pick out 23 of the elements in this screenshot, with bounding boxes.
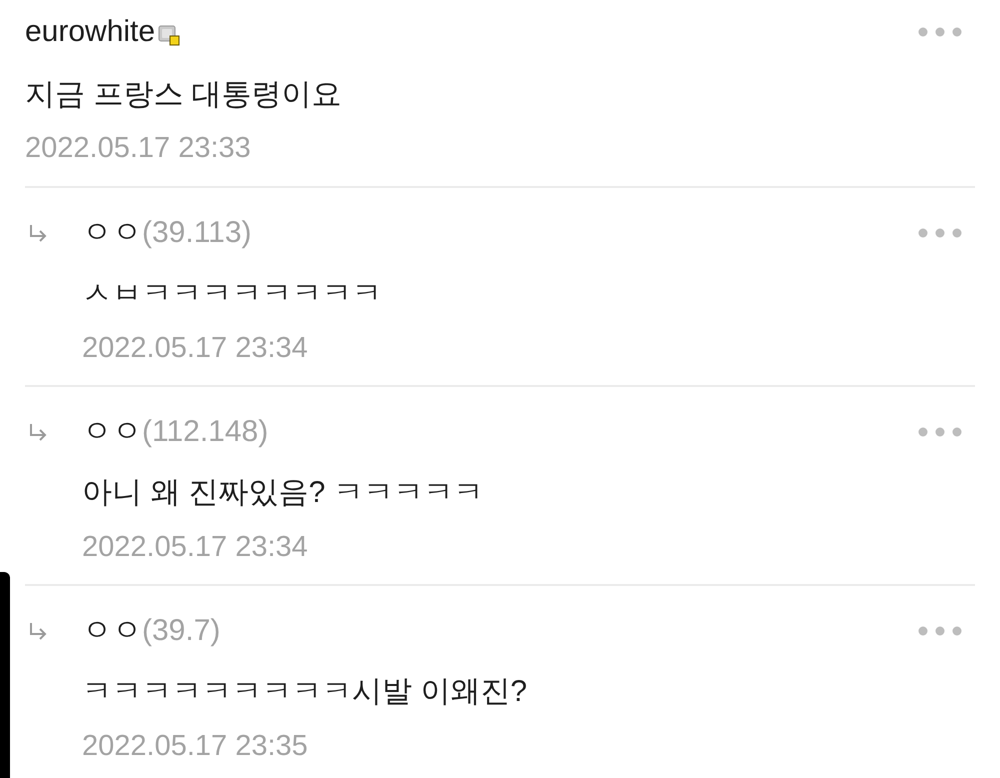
comment-date: 2022.05.17 23:34 xyxy=(82,530,309,565)
reply-arrow-icon xyxy=(28,622,48,640)
comment-date: 2022.05.17 23:33 xyxy=(25,131,252,166)
comment-text: ㅅㅂㅋㅋㅋㅋㅋㅋㅋㅋ xyxy=(82,276,383,312)
comment-text: 지금 프랑스 대통령이요 xyxy=(25,77,343,113)
more-options-icon[interactable] xyxy=(918,427,962,437)
ip-address: (112.148) xyxy=(142,414,268,450)
more-options-icon[interactable] xyxy=(918,626,962,636)
reply-arrow-icon xyxy=(28,224,48,242)
more-options-icon[interactable] xyxy=(918,27,962,37)
reply-arrow-icon xyxy=(28,423,48,441)
author-name[interactable]: ㅇㅇ xyxy=(82,611,142,651)
ip-address: (39.7) xyxy=(142,613,220,649)
user-badge-icon xyxy=(158,24,180,46)
comment-date: 2022.05.17 23:35 xyxy=(82,729,309,764)
author-name[interactable]: ㅇㅇ xyxy=(82,412,142,452)
comment-text: ㅋㅋㅋㅋㅋㅋㅋㅋㅋ시발 이왜진? xyxy=(82,674,528,710)
comment-date: 2022.05.17 23:34 xyxy=(82,331,309,366)
author-name[interactable]: ㅇㅇ xyxy=(82,213,142,253)
more-options-icon[interactable] xyxy=(918,228,962,238)
author-name[interactable]: eurowhite xyxy=(25,12,156,52)
comment-text: 아니 왜 진짜있음? ㅋㅋㅋㅋㅋ xyxy=(82,475,485,511)
ip-address: (39.113) xyxy=(142,215,252,251)
